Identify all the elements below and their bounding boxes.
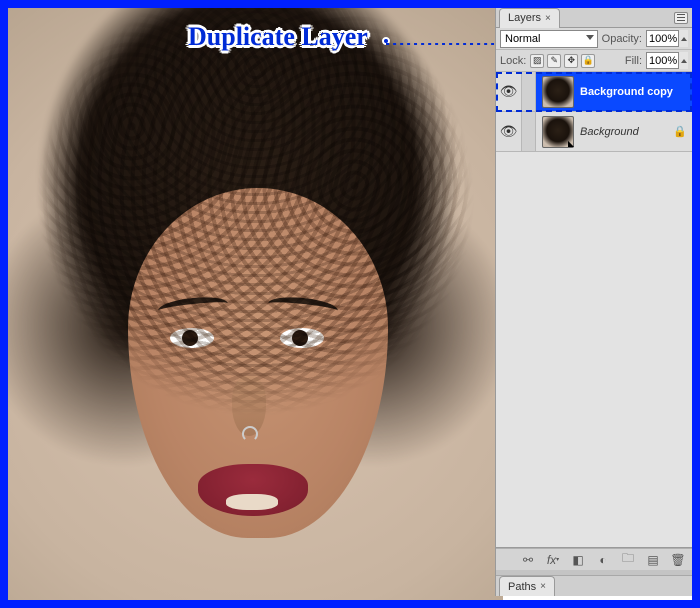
- opacity-input[interactable]: 100%: [646, 30, 688, 47]
- layer-thumbnail[interactable]: [542, 116, 574, 148]
- blend-opacity-row: Normal Opacity: 100%: [496, 28, 692, 50]
- adjustment-layer-icon[interactable]: ◐: [595, 552, 611, 568]
- lock-position-icon[interactable]: ✥: [564, 54, 578, 68]
- paths-panel-tabbar: Paths ×: [496, 576, 692, 596]
- layer-effects-icon[interactable]: fx▾: [545, 552, 561, 568]
- panel-tabbar: Layers ×: [496, 8, 692, 28]
- visibility-eye-icon[interactable]: 👁: [500, 123, 518, 140]
- opacity-value: 100%: [649, 33, 677, 45]
- link-column[interactable]: [522, 112, 536, 151]
- layer-thumbnail[interactable]: [542, 76, 574, 108]
- fill-label: Fill:: [625, 55, 642, 67]
- layers-panel: Layers × Normal Opacity: 100% Lock: ▨ ✎ …: [495, 8, 692, 596]
- lock-icon: 🔒: [673, 125, 687, 138]
- delete-layer-icon[interactable]: 🗑: [670, 552, 686, 568]
- tab-paths[interactable]: Paths ×: [499, 576, 555, 596]
- layer-row-background-copy[interactable]: 👁 Background copy: [496, 72, 692, 112]
- link-layers-icon[interactable]: ⚯: [520, 552, 536, 568]
- annotation-dot: [382, 37, 390, 45]
- tab-layers[interactable]: Layers ×: [499, 8, 560, 28]
- layer-mask-icon[interactable]: ◧: [570, 552, 586, 568]
- close-icon[interactable]: ×: [545, 13, 551, 24]
- tab-paths-label: Paths: [508, 581, 536, 593]
- lock-label: Lock:: [500, 55, 526, 67]
- blend-mode-select[interactable]: Normal: [500, 30, 598, 48]
- opacity-label: Opacity:: [602, 33, 642, 45]
- lock-paint-icon[interactable]: ✎: [547, 54, 561, 68]
- layers-list: 👁 Background copy 👁 Background 🔒: [496, 72, 692, 548]
- blend-mode-value: Normal: [505, 33, 540, 45]
- tab-layers-label: Layers: [508, 12, 541, 24]
- new-layer-icon[interactable]: ▤: [645, 552, 661, 568]
- visibility-eye-icon[interactable]: 👁: [500, 83, 518, 100]
- fill-input[interactable]: 100%: [646, 52, 688, 69]
- opacity-stepper[interactable]: [678, 30, 688, 47]
- layer-name-label: Background: [580, 126, 639, 138]
- lock-transparent-icon[interactable]: ▨: [530, 54, 544, 68]
- panel-menu-button[interactable]: [674, 12, 688, 24]
- lock-fill-row: Lock: ▨ ✎ ✥ 🔒 Fill: 100%: [496, 50, 692, 72]
- close-icon[interactable]: ×: [540, 581, 546, 592]
- fill-stepper[interactable]: [678, 52, 688, 69]
- link-column[interactable]: [522, 72, 536, 111]
- layer-name-label: Background copy: [580, 86, 673, 98]
- annotation-label: Duplicate Layer: [188, 22, 368, 52]
- layers-panel-footer: ⚯ fx▾ ◧ ◐ 🗀 ▤ 🗑: [496, 548, 692, 570]
- fill-value: 100%: [649, 55, 677, 67]
- canvas-area[interactable]: [8, 8, 503, 600]
- layer-row-background[interactable]: 👁 Background 🔒: [496, 112, 692, 152]
- lock-all-icon[interactable]: 🔒: [581, 54, 595, 68]
- chevron-down-icon: [586, 35, 594, 40]
- group-icon[interactable]: 🗀: [620, 552, 636, 568]
